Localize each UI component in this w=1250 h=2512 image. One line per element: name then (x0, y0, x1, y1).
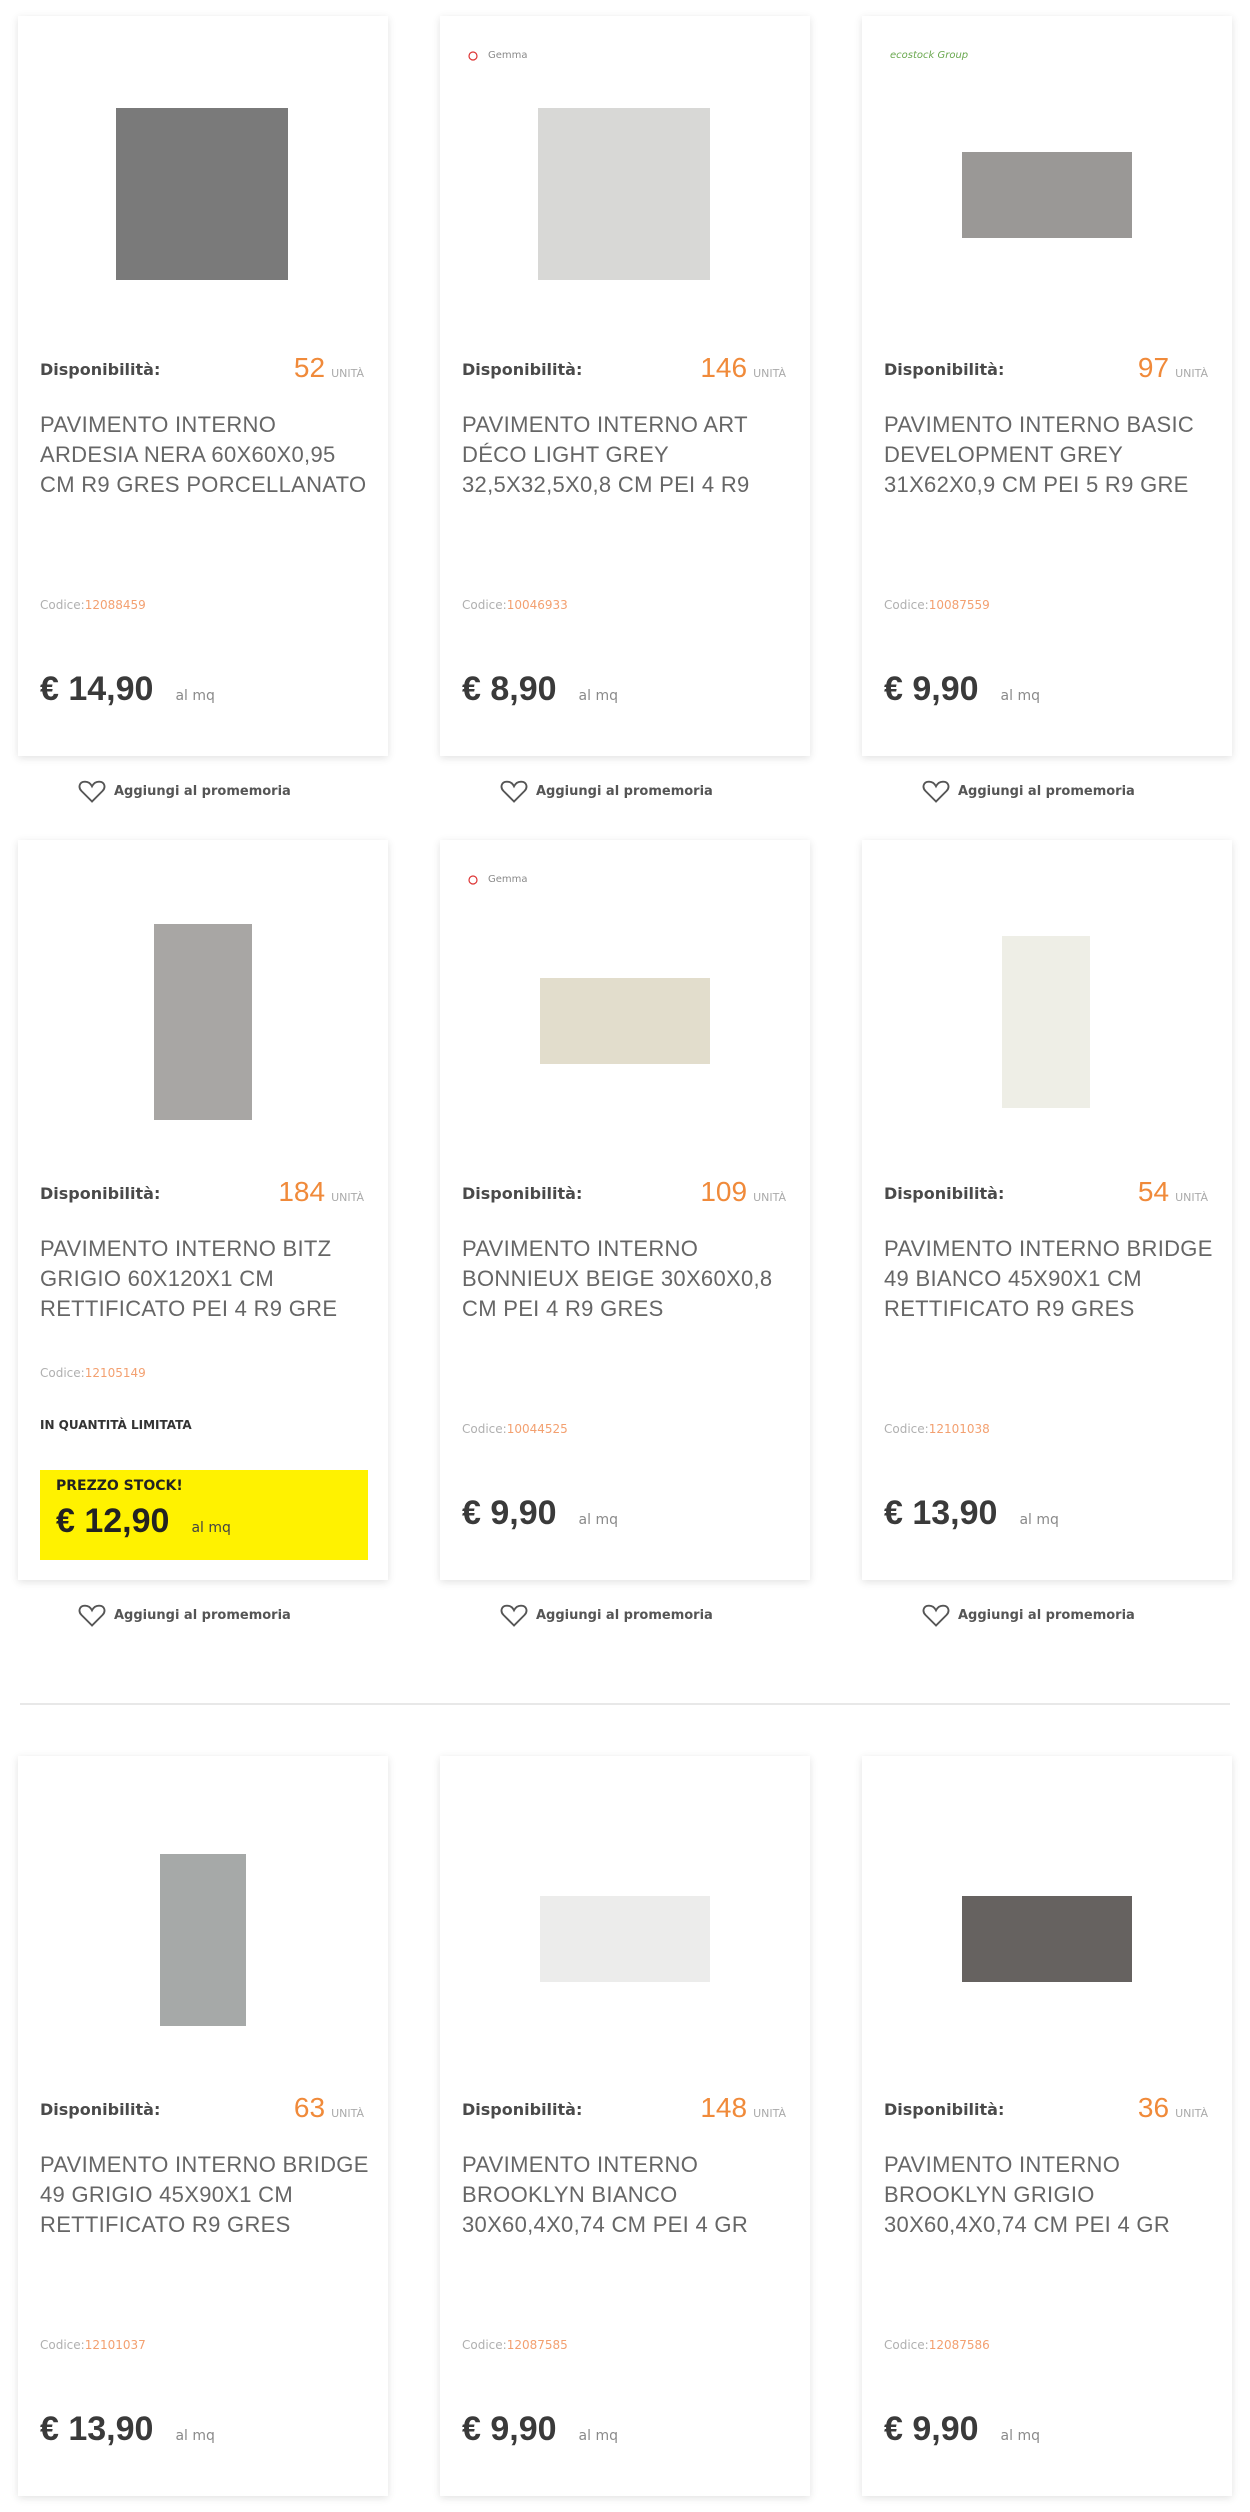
row-divider (20, 1703, 1230, 1705)
product-image[interactable] (962, 152, 1132, 238)
availability-label: Disponibilità: (40, 1184, 161, 1203)
product-price: € 9,90 al mq (884, 670, 1040, 708)
brand-logo: Gemma (468, 50, 528, 61)
product-price: € 13,90 al mq (884, 1494, 1059, 1532)
product-price: € 8,90 al mq (462, 670, 618, 708)
product-price: € 12,90 al mq (56, 1502, 231, 1540)
product-code: Codice:10046933 (462, 598, 568, 612)
product-code: Codice:12088459 (40, 598, 146, 612)
availability-count: 52 UNITÀ (293, 352, 364, 383)
add-to-wishlist-button[interactable]: Aggiungi al promemoria (500, 778, 713, 804)
stock-price-box: PREZZO STOCK! € 12,90 al mq (40, 1470, 368, 1560)
product-name[interactable]: PAVIMENTO INTERNO ARDESIA NERA 60X60X0,9… (40, 410, 370, 500)
add-to-wishlist-button[interactable]: Aggiungi al promemoria (922, 778, 1135, 804)
product-price: € 9,90 al mq (462, 2410, 618, 2448)
product-name[interactable]: PAVIMENTO INTERNO BITZ GRIGIO 60X120X1 C… (40, 1234, 370, 1324)
product-image[interactable] (538, 108, 710, 280)
brand-icon (468, 50, 478, 61)
product-image[interactable] (116, 108, 288, 280)
availability-count: 184 UNITÀ (278, 1176, 364, 1207)
heart-icon (922, 780, 950, 803)
product-price: € 13,90 al mq (40, 2410, 215, 2448)
product-price: € 9,90 al mq (462, 1494, 618, 1532)
add-to-wishlist-button[interactable]: Aggiungi al promemoria (78, 1602, 291, 1628)
availability-label: Disponibilità: (884, 360, 1005, 379)
add-to-wishlist-button[interactable]: Aggiungi al promemoria (922, 1602, 1135, 1628)
heart-icon (78, 1604, 106, 1627)
availability-label: Disponibilità: (884, 1184, 1005, 1203)
availability-label: Disponibilità: (884, 2100, 1005, 2119)
product-code: Codice:12087585 (462, 2338, 568, 2352)
availability-count: 63 UNITÀ (293, 2092, 364, 2123)
product-card[interactable]: Disponibilità: 52 UNITÀ PAVIMENTO INTERNO… (18, 16, 388, 756)
add-to-wishlist-button[interactable]: Aggiungi al promemoria (500, 1602, 713, 1628)
product-card[interactable]: Disponibilità: 184 UNITÀ PAVIMENTO INTERN… (18, 840, 388, 1580)
product-card[interactable]: Disponibilità: 54 UNITÀ PAVIMENTO INTERNO… (862, 840, 1232, 1580)
product-code: Codice:12105149 (40, 1366, 146, 1380)
availability-label: Disponibilità: (40, 360, 161, 379)
heart-icon (922, 1604, 950, 1627)
availability-label: Disponibilità: (462, 2100, 583, 2119)
product-image[interactable] (160, 1854, 246, 2026)
availability-label: Disponibilità: (462, 360, 583, 379)
availability-count: 36 UNITÀ (1137, 2092, 1208, 2123)
availability-count: 54 UNITÀ (1137, 1176, 1208, 1207)
brand-logo: ecostock Group (890, 50, 969, 61)
availability-label: Disponibilità: (462, 1184, 583, 1203)
brand-icon (468, 874, 478, 885)
product-card[interactable]: Gemma Disponibilità: 109 UNITÀ PAVIMENTO … (440, 840, 810, 1580)
availability-count: 146 UNITÀ (700, 352, 786, 383)
product-name[interactable]: PAVIMENTO INTERNO BRIDGE 49 GRIGIO 45X90… (40, 2150, 370, 2240)
heart-icon (500, 1604, 528, 1627)
product-code: Codice:10087559 (884, 598, 990, 612)
availability-count: 109 UNITÀ (700, 1176, 786, 1207)
product-name[interactable]: PAVIMENTO INTERNO BROOKLYN BIANCO 30X60,… (462, 2150, 792, 2240)
product-price: € 9,90 al mq (884, 2410, 1040, 2448)
product-name[interactable]: PAVIMENTO INTERNO BROOKLYN GRIGIO 30X60,… (884, 2150, 1214, 2240)
product-name[interactable]: PAVIMENTO INTERNO ART DÉCO LIGHT GREY 32… (462, 410, 792, 500)
product-image[interactable] (540, 1896, 710, 1982)
product-card[interactable]: ecostock Group Disponibilità: 97 UNITÀ PA… (862, 16, 1232, 756)
add-to-wishlist-button[interactable]: Aggiungi al promemoria (78, 778, 291, 804)
product-card[interactable]: Gemma Disponibilità: 146 UNITÀ PAVIMENTO … (440, 16, 810, 756)
product-image[interactable] (154, 924, 252, 1120)
product-code: Codice:12087586 (884, 2338, 990, 2352)
product-card[interactable]: Disponibilità: 36 UNITÀ PAVIMENTO INTERNO… (862, 1756, 1232, 2496)
stock-price-title: PREZZO STOCK! (56, 1478, 183, 1494)
product-name[interactable]: PAVIMENTO INTERNO BRIDGE 49 BIANCO 45X90… (884, 1234, 1214, 1324)
availability-count: 148 UNITÀ (700, 2092, 786, 2123)
product-image[interactable] (540, 978, 710, 1064)
availability-count: 97 UNITÀ (1137, 352, 1208, 383)
product-image[interactable] (962, 1896, 1132, 1982)
product-card[interactable]: Disponibilità: 148 UNITÀ PAVIMENTO INTERN… (440, 1756, 810, 2496)
product-name[interactable]: PAVIMENTO INTERNO BASIC DEVELOPMENT GREY… (884, 410, 1214, 500)
heart-icon (78, 780, 106, 803)
product-price: € 14,90 al mq (40, 670, 215, 708)
availability-label: Disponibilità: (40, 2100, 161, 2119)
limited-quantity-label: IN QUANTITÀ LIMITATA (40, 1418, 192, 1432)
product-image[interactable] (1002, 936, 1090, 1108)
product-name[interactable]: PAVIMENTO INTERNO BONNIEUX BEIGE 30X60X0… (462, 1234, 792, 1324)
product-code: Codice:12101038 (884, 1422, 990, 1436)
product-card[interactable]: Disponibilità: 63 UNITÀ PAVIMENTO INTERNO… (18, 1756, 388, 2496)
product-code: Codice:12101037 (40, 2338, 146, 2352)
heart-icon (500, 780, 528, 803)
product-code: Codice:10044525 (462, 1422, 568, 1436)
brand-logo: Gemma (468, 874, 528, 885)
